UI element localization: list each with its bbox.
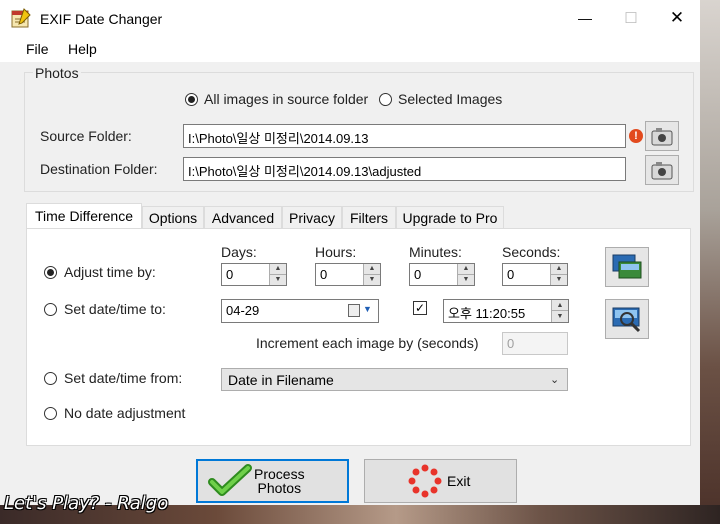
camera-folder-icon xyxy=(651,162,673,180)
hours-stepper[interactable]: 0 ▲ ▼ xyxy=(315,263,381,286)
process-label-line1: Process xyxy=(254,466,305,482)
spin-down-icon[interactable]: ▼ xyxy=(552,311,568,322)
time-value: 오후 11:20:55 xyxy=(448,306,526,321)
radio-no-adjustment[interactable] xyxy=(44,407,57,420)
minutes-label: Minutes: xyxy=(409,244,462,260)
spin-up-icon[interactable]: ▲ xyxy=(552,300,568,311)
browse-destination-button[interactable] xyxy=(645,155,679,185)
tab-options[interactable]: Options xyxy=(142,206,204,228)
source-folder-input[interactable]: I:\Photo\일상 미정리\2014.09.13 xyxy=(183,124,626,148)
process-photos-button[interactable]: Process Photos xyxy=(196,459,349,503)
date-source-select[interactable]: Date in Filename xyxy=(221,368,568,391)
spin-down-icon[interactable]: ▼ xyxy=(364,275,380,286)
spin-up-icon[interactable]: ▲ xyxy=(458,264,474,275)
window-title: EXIF Date Changer xyxy=(40,11,163,27)
app-calendar-icon xyxy=(10,7,32,29)
dropdown-arrow-icon[interactable]: ▼ xyxy=(363,304,372,314)
time-spin-buttons[interactable]: ▲ ▼ xyxy=(551,300,568,322)
spin-down-icon[interactable]: ▼ xyxy=(458,275,474,286)
camera-folder-icon xyxy=(651,128,673,146)
apply-time-difference-button[interactable] xyxy=(605,247,649,287)
radio-set-from-label[interactable]: Set date/time from: xyxy=(64,370,182,386)
seconds-label: Seconds: xyxy=(502,244,561,260)
exit-button[interactable]: Exit xyxy=(364,459,517,503)
radio-all-images-label[interactable]: All images in source folder xyxy=(204,91,368,107)
hours-value: 0 xyxy=(320,267,328,282)
radio-all-images[interactable] xyxy=(185,93,198,106)
source-folder-label: Source Folder: xyxy=(40,128,132,144)
process-photos-label: Process Photos xyxy=(254,467,305,495)
radio-set-from[interactable] xyxy=(44,372,57,385)
minutes-spin-buttons[interactable]: ▲ ▼ xyxy=(457,264,474,285)
radio-selected-images-label[interactable]: Selected Images xyxy=(398,91,502,107)
radio-adjust-time-label[interactable]: Adjust time by: xyxy=(64,264,156,280)
set-datetime-apply-button[interactable] xyxy=(605,299,649,339)
date-value: 04-29 xyxy=(226,303,260,318)
hours-spin-buttons[interactable]: ▲ ▼ xyxy=(363,264,380,285)
watermark-text: Let's Play? - Ralgo xyxy=(4,493,169,514)
spin-down-icon[interactable]: ▼ xyxy=(270,275,286,286)
close-button[interactable]: ✕ xyxy=(654,0,700,36)
minutes-value: 0 xyxy=(414,267,422,282)
seconds-stepper[interactable]: 0 ▲ ▼ xyxy=(502,263,568,286)
date-source-value: Date in Filename xyxy=(228,372,334,388)
photo-magnifier-icon xyxy=(612,307,641,333)
spin-up-icon[interactable]: ▲ xyxy=(270,264,286,275)
radio-no-adjustment-label[interactable]: No date adjustment xyxy=(64,405,185,421)
radio-set-datetime-label[interactable]: Set date/time to: xyxy=(64,301,166,317)
maximize-button[interactable]: ☐ xyxy=(608,0,654,36)
checkmark-icon xyxy=(208,464,252,496)
maximize-icon: ☐ xyxy=(624,10,638,27)
background-photo-right xyxy=(700,0,720,524)
seconds-spin-buttons[interactable]: ▲ ▼ xyxy=(550,264,567,285)
menu-bar xyxy=(0,36,700,62)
close-icon: ✕ xyxy=(669,8,685,27)
tab-time-difference[interactable]: Time Difference xyxy=(26,203,142,228)
spin-down-icon[interactable]: ▼ xyxy=(551,275,567,286)
destination-folder-input[interactable]: I:\Photo\일상 미정리\2014.09.13\adjusted xyxy=(183,157,626,181)
minimize-icon: — xyxy=(578,10,592,26)
tab-upgrade-to-pro[interactable]: Upgrade to Pro xyxy=(396,206,504,228)
menu-file[interactable]: File xyxy=(26,41,49,57)
app-window: EXIF Date Changer — ☐ ✕ File Help Photos… xyxy=(0,0,700,505)
calendar-icon[interactable] xyxy=(348,304,360,317)
exit-label: Exit xyxy=(447,473,471,489)
days-spin-buttons[interactable]: ▲ ▼ xyxy=(269,264,286,285)
photos-stack-icon xyxy=(612,254,642,279)
hours-label: Hours: xyxy=(315,244,357,260)
browse-source-button[interactable] xyxy=(645,121,679,151)
time-enabled-checkbox[interactable]: ✓ xyxy=(413,301,427,315)
destination-folder-label: Destination Folder: xyxy=(40,161,158,177)
tab-filters[interactable]: Filters xyxy=(342,206,396,228)
warning-icon: ! xyxy=(629,129,643,143)
seconds-value: 0 xyxy=(507,267,515,282)
minutes-stepper[interactable]: 0 ▲ ▼ xyxy=(409,263,475,286)
radio-set-datetime[interactable] xyxy=(44,303,57,316)
radio-adjust-time[interactable] xyxy=(44,266,57,279)
time-stepper[interactable]: 오후 11:20:55 ▲ ▼ xyxy=(443,299,569,323)
menu-help[interactable]: Help xyxy=(68,41,97,57)
days-label: Days: xyxy=(221,244,257,260)
chevron-down-icon[interactable]: ⌄ xyxy=(550,373,559,386)
spin-up-icon[interactable]: ▲ xyxy=(364,264,380,275)
tab-privacy[interactable]: Privacy xyxy=(282,206,342,228)
minimize-button[interactable]: — xyxy=(562,0,608,36)
days-stepper[interactable]: 0 ▲ ▼ xyxy=(221,263,287,286)
radio-selected-images[interactable] xyxy=(379,93,392,106)
exit-spinner-icon xyxy=(408,464,442,498)
process-label-line2: Photos xyxy=(257,480,302,496)
days-value: 0 xyxy=(226,267,234,282)
photos-group-label: Photos xyxy=(33,65,81,81)
increment-label: Increment each image by (seconds) xyxy=(256,335,479,351)
tab-advanced[interactable]: Advanced xyxy=(204,206,282,228)
spin-up-icon[interactable]: ▲ xyxy=(551,264,567,275)
increment-stepper[interactable]: 0 xyxy=(502,332,568,355)
increment-value: 0 xyxy=(507,336,515,351)
